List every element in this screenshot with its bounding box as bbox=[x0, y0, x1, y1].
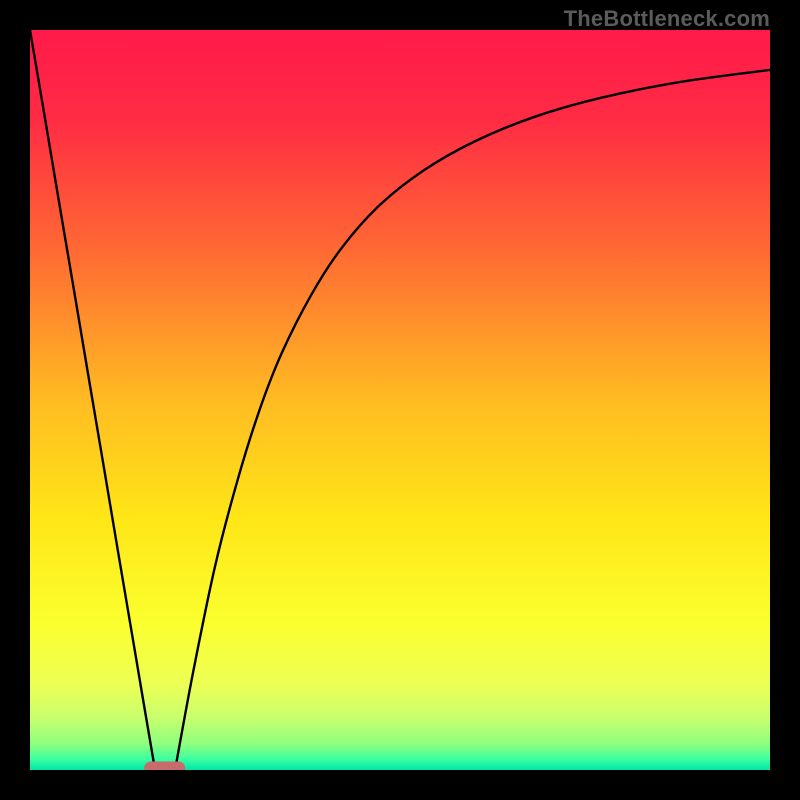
chart-frame: TheBottleneck.com bbox=[0, 0, 800, 800]
plot-area bbox=[30, 30, 770, 770]
bottleneck-marker bbox=[145, 762, 185, 770]
watermark-text: TheBottleneck.com bbox=[564, 6, 770, 32]
chart-svg bbox=[30, 30, 770, 770]
gradient-background bbox=[30, 30, 770, 770]
